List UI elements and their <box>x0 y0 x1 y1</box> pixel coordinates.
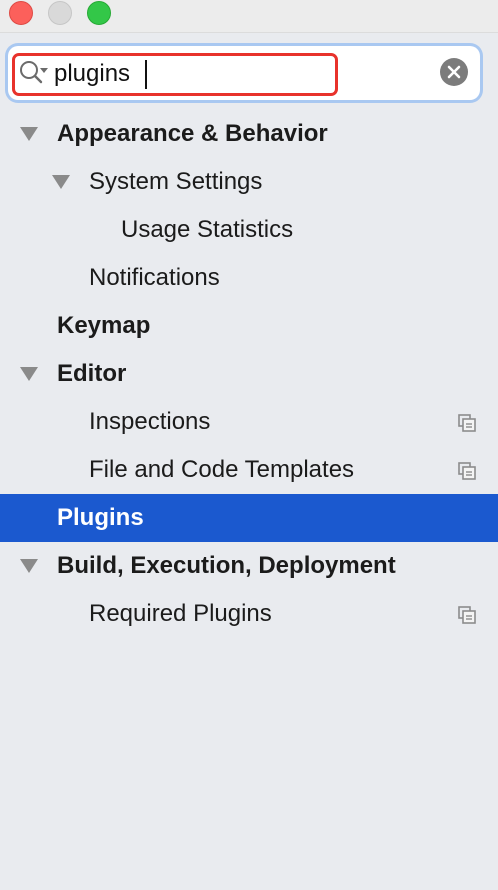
tree-item-file-and-code-templates[interactable]: File and Code Templates <box>0 446 498 494</box>
expand-toggle-icon[interactable] <box>20 559 38 573</box>
tree-item-label: Plugins <box>57 504 144 531</box>
tree-item-plugins[interactable]: Plugins <box>0 494 498 542</box>
search-input[interactable] <box>54 56 424 92</box>
search-icon[interactable] <box>18 60 52 86</box>
tree-item-system-settings[interactable]: System Settings <box>0 158 498 206</box>
maximize-window-button[interactable] <box>87 1 111 25</box>
close-window-button[interactable] <box>9 1 33 25</box>
project-level-icon <box>458 462 476 480</box>
title-bar <box>0 0 498 33</box>
tree-item-label: Keymap <box>57 312 151 339</box>
tree-item-label: Appearance & Behavior <box>57 120 328 147</box>
project-level-icon <box>458 606 476 624</box>
tree-item-notifications[interactable]: Notifications <box>0 254 498 302</box>
tree-item-label: Inspections <box>89 408 211 435</box>
clear-icon <box>447 65 461 79</box>
tree-item-keymap[interactable]: Keymap <box>0 302 498 350</box>
tree-item-inspections[interactable]: Inspections <box>0 398 498 446</box>
tree-item-required-plugins[interactable]: Required Plugins <box>0 590 498 638</box>
tree-item-label: Notifications <box>89 264 220 291</box>
tree-item-label: System Settings <box>89 168 263 195</box>
tree-item-label: Editor <box>57 360 127 387</box>
tree-item-label: File and Code Templates <box>89 456 355 483</box>
tree-item-build-execution-deployment[interactable]: Build, Execution, Deployment <box>0 542 498 590</box>
expand-toggle-icon[interactable] <box>52 175 70 189</box>
tree-item-label: Build, Execution, Deployment <box>57 552 396 579</box>
tree-item-appearance-behavior[interactable]: Appearance & Behavior <box>0 110 498 158</box>
clear-search-button[interactable] <box>440 58 468 86</box>
settings-tree: Appearance & Behavior System Settings Usag… <box>0 110 498 638</box>
tree-item-label: Usage Statistics <box>121 216 294 243</box>
tree-item-usage-statistics[interactable]: Usage Statistics <box>0 206 498 254</box>
expand-toggle-icon[interactable] <box>20 127 38 141</box>
tree-item-label: Required Plugins <box>89 600 272 627</box>
expand-toggle-icon[interactable] <box>20 367 38 381</box>
minimize-window-button[interactable] <box>48 1 72 25</box>
tree-item-editor[interactable]: Editor <box>0 350 498 398</box>
text-caret <box>145 60 147 89</box>
project-level-icon <box>458 414 476 432</box>
